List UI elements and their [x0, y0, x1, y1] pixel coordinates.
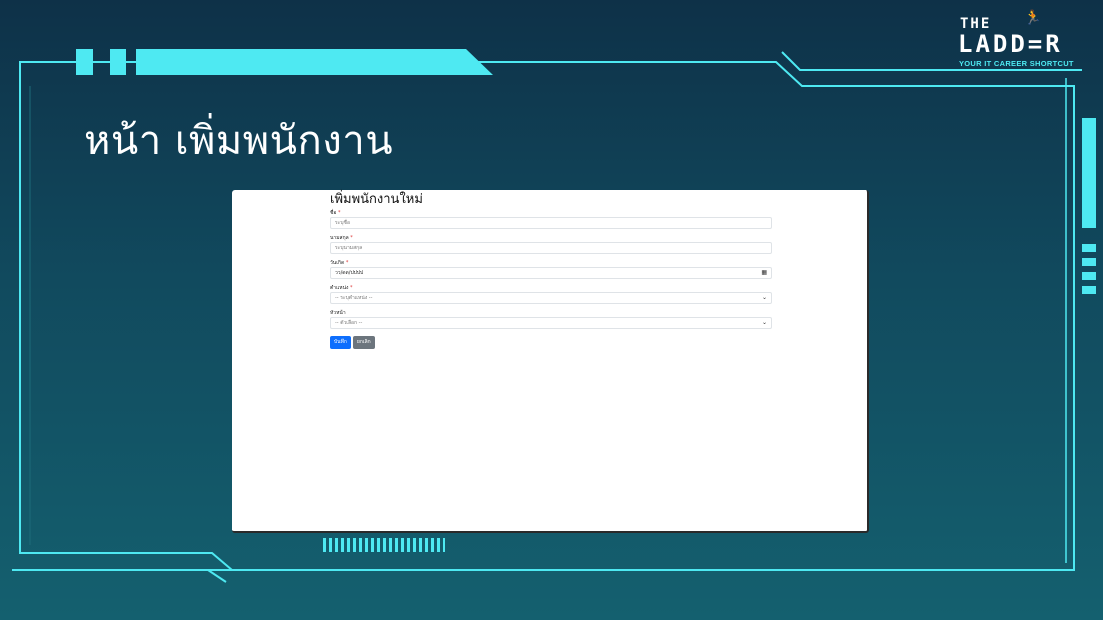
field-first-name: ชื่อ * ระบุชื่อ	[330, 209, 772, 229]
cancel-button[interactable]: ยกเลิก	[352, 336, 375, 349]
add-employee-form: เพิ่มพนักงานใหม่ ชื่อ * ระบุชื่อ นามสกุล…	[330, 192, 772, 349]
save-button[interactable]: บันทึก	[330, 336, 351, 349]
last-name-input[interactable]: ระบุนามสกุล	[330, 242, 772, 254]
first-name-label: ชื่อ *	[330, 210, 341, 216]
chevron-down-icon: ⌄	[761, 294, 767, 301]
chevron-down-icon: ⌄	[761, 319, 767, 326]
first-name-input[interactable]: ระบุชื่อ	[330, 217, 772, 229]
field-birthdate: วันเกิด * วว/ดด/ปปปป ▦	[330, 259, 772, 279]
supervisor-label: หัวหน้า	[330, 310, 346, 316]
field-last-name: นามสกุล * ระบุนามสกุล	[330, 234, 772, 254]
position-select[interactable]: -- ระบุตำแหน่ง -- ⌄	[330, 292, 772, 304]
last-name-label: นามสกุล *	[330, 235, 353, 241]
slide-title: หน้า เพิ่มพนักงาน	[84, 118, 394, 164]
the-ladder-logo: THE 🏃 LADD=R YOUR IT CAREER SHORTCUT	[958, 10, 1083, 70]
logo-line2: LADD=R	[958, 30, 1063, 58]
field-supervisor: หัวหน้า -- ตัวเลือก -- ⌄	[330, 309, 772, 329]
logo-tagline: YOUR IT CAREER SHORTCUT	[959, 59, 1074, 68]
birthdate-label: วันเกิด *	[330, 260, 349, 266]
form-actions: บันทึก ยกเลิก	[330, 336, 772, 349]
runner-icon: 🏃	[1024, 10, 1042, 26]
birthdate-input[interactable]: วว/ดด/ปปปป ▦	[330, 267, 772, 279]
app-screenshot: เพิ่มพนักงานใหม่ ชื่อ * ระบุชื่อ นามสกุล…	[232, 190, 869, 533]
calendar-icon[interactable]: ▦	[761, 268, 767, 278]
form-title: เพิ่มพนักงานใหม่	[330, 192, 423, 207]
field-position: ตำแหน่ง * -- ระบุตำแหน่ง -- ⌄	[330, 284, 772, 304]
position-label: ตำแหน่ง *	[330, 285, 353, 291]
supervisor-select[interactable]: -- ตัวเลือก -- ⌄	[330, 317, 772, 329]
